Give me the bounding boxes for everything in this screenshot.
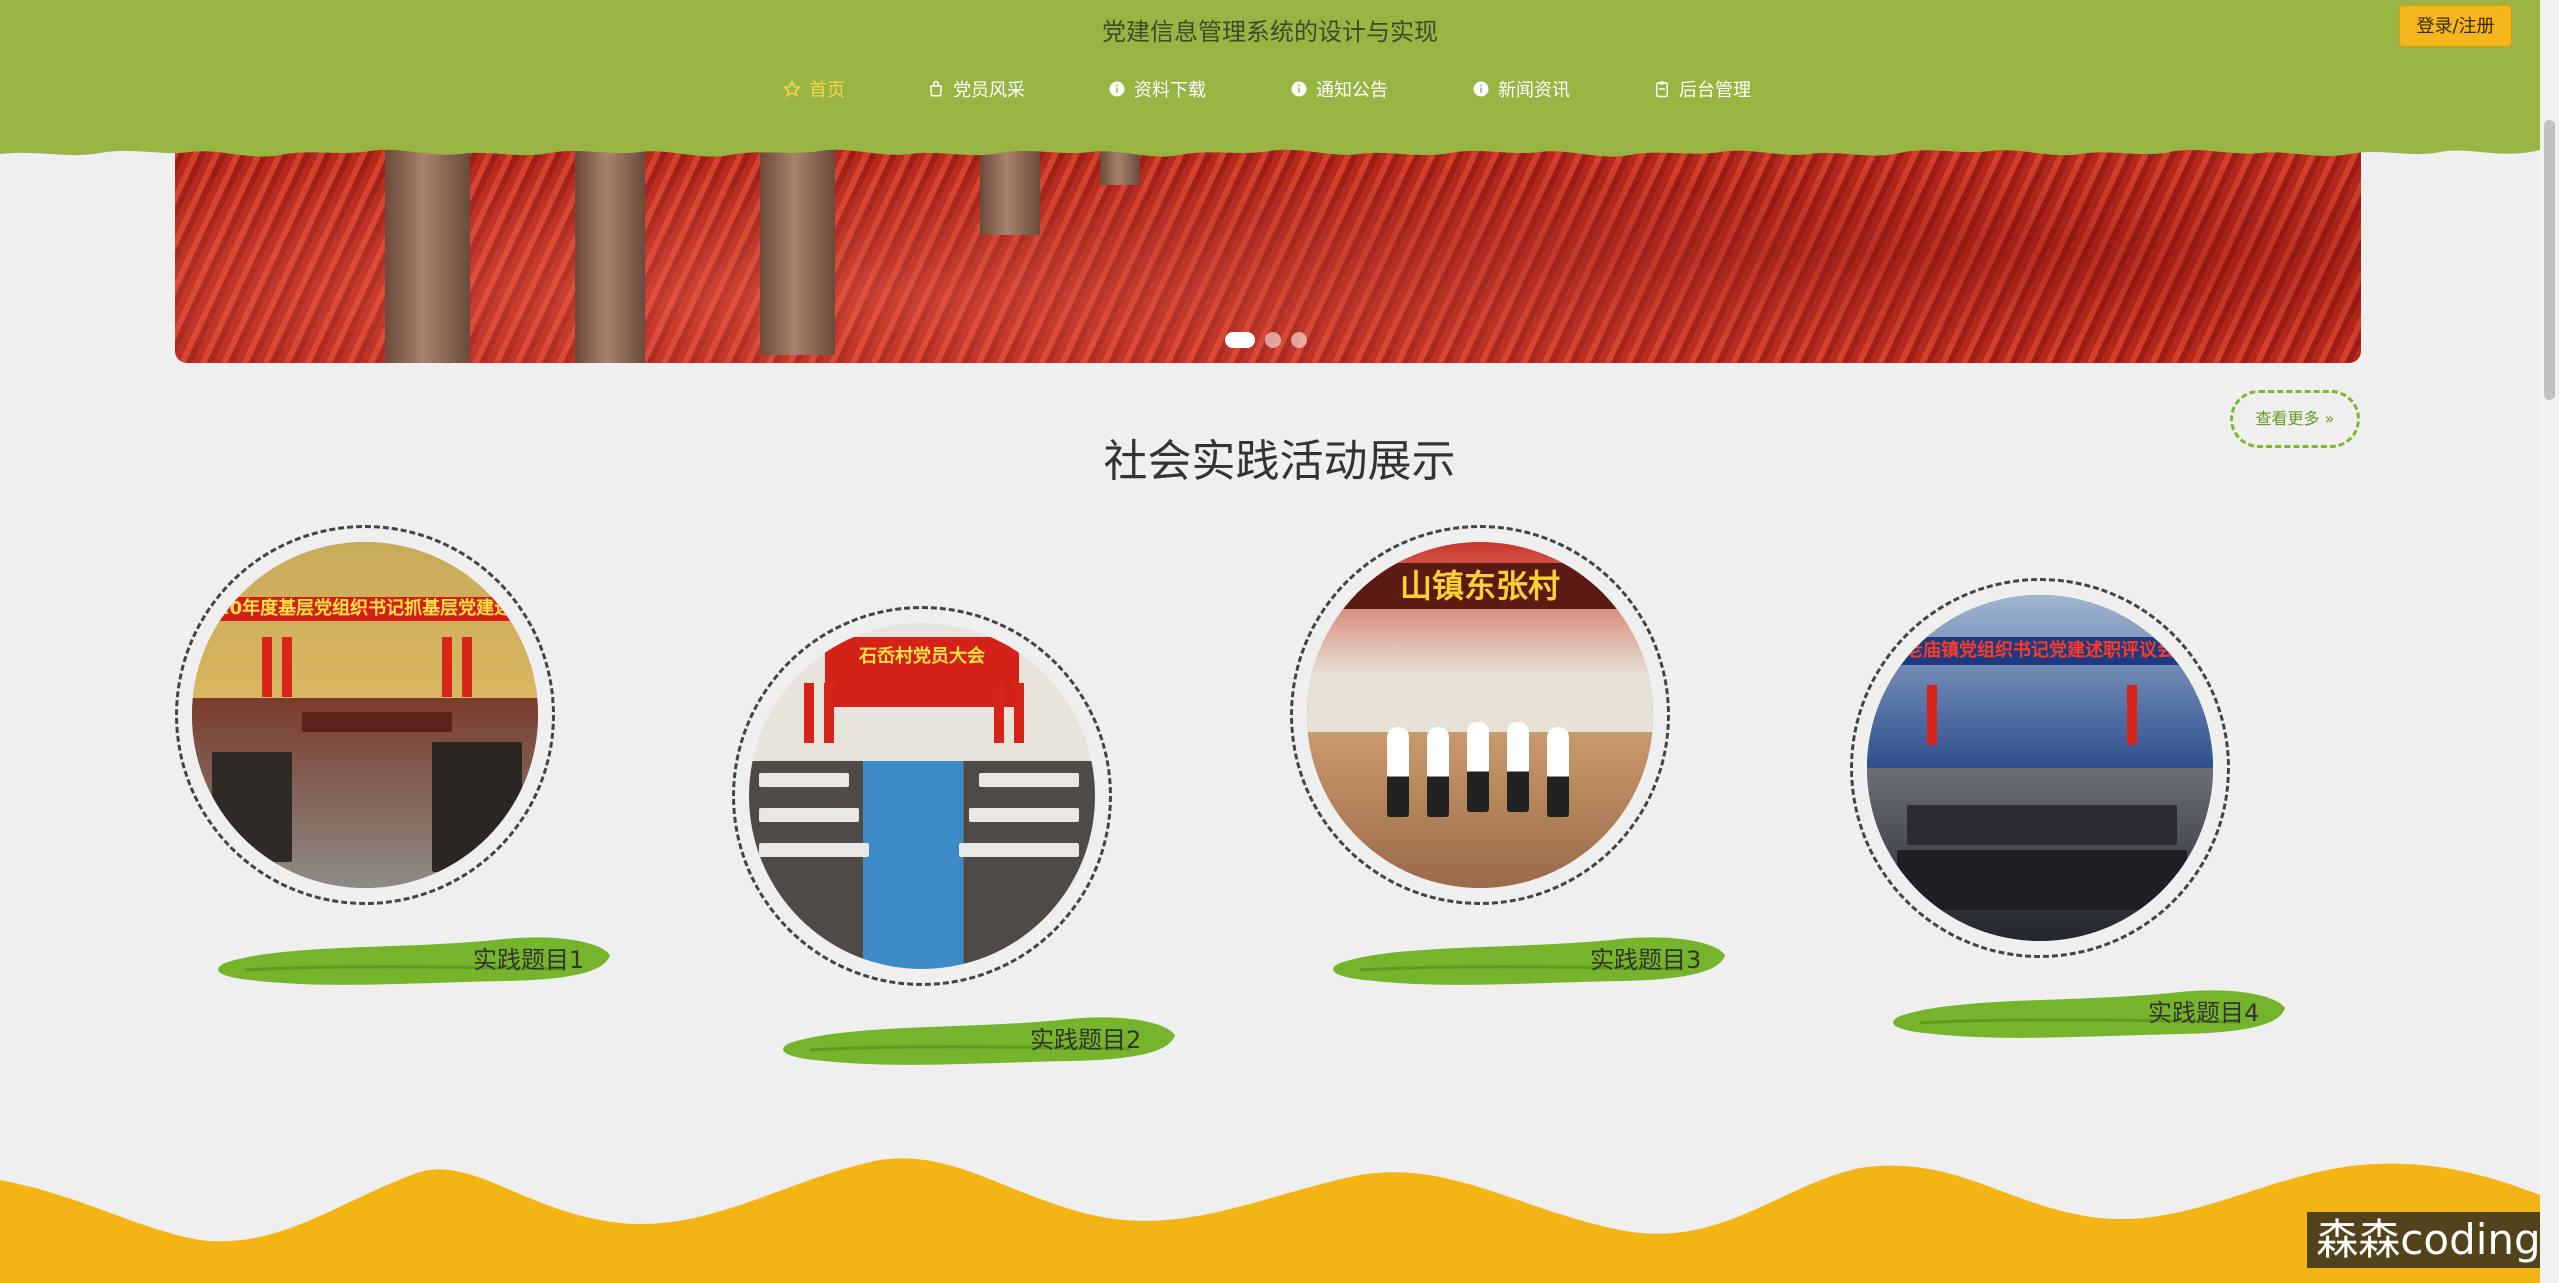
site-title: 党建信息管理系统的设计与实现 bbox=[1102, 18, 1438, 46]
photo-banner-text: 2020年度基层党组织书记抓基层党建述职评 bbox=[192, 597, 538, 622]
section-title: 社会实践活动展示 bbox=[1103, 436, 1456, 487]
activity-caption[interactable]: 实践题目1 bbox=[473, 940, 584, 975]
view-more-button[interactable]: 查看更多 » bbox=[2230, 390, 2360, 448]
nav-item-member-style[interactable]: 党员风采 bbox=[927, 74, 1025, 104]
carousel-dot[interactable] bbox=[1265, 332, 1281, 348]
watermark: 森森coding bbox=[2307, 1212, 2550, 1268]
nav-label: 党员风采 bbox=[953, 80, 1025, 101]
star-icon bbox=[783, 80, 801, 98]
nav-item-home[interactable]: 首页 bbox=[783, 74, 845, 104]
carousel-dot[interactable] bbox=[1225, 332, 1255, 348]
main-nav: 首页 党员风采 资料下载 通知公告 新闻资讯 后台管理 bbox=[0, 74, 2540, 104]
nav-item-downloads[interactable]: 资料下载 bbox=[1108, 74, 1206, 104]
activity-photo: 2020年度基层党组织书记抓基层党建述职评 bbox=[192, 542, 538, 888]
activity-photo: 老庙镇党组织书记党建述职评议会 bbox=[1867, 595, 2213, 941]
activity-photo: 山镇东张村 bbox=[1307, 542, 1653, 888]
nav-item-notices[interactable]: 通知公告 bbox=[1290, 74, 1388, 104]
nav-label: 后台管理 bbox=[1679, 80, 1751, 101]
info-icon bbox=[1473, 81, 1489, 97]
activity-photo: 石岙村党员大会 bbox=[749, 623, 1095, 969]
vertical-scrollbar[interactable] bbox=[2540, 0, 2559, 1283]
carousel-indicators bbox=[1225, 332, 1307, 348]
footer-wave-decoration bbox=[0, 1158, 2540, 1283]
activity-card-image[interactable]: 老庙镇党组织书记党建述职评议会 bbox=[1850, 578, 2230, 958]
clipboard-icon bbox=[1656, 81, 1668, 98]
activity-caption[interactable]: 实践题目2 bbox=[1030, 1020, 1141, 1055]
activity-card-image[interactable]: 2020年度基层党组织书记抓基层党建述职评 bbox=[175, 525, 555, 905]
photo-banner-text: 石岙村党员大会 bbox=[825, 636, 1019, 707]
photo-banner-text: 山镇东张村 bbox=[1307, 562, 1653, 609]
nav-item-admin[interactable]: 后台管理 bbox=[1653, 74, 1751, 104]
nav-label: 资料下载 bbox=[1134, 80, 1206, 101]
scrollbar-thumb[interactable] bbox=[2544, 120, 2555, 400]
nav-item-news[interactable]: 新闻资讯 bbox=[1472, 74, 1570, 104]
activity-card-image[interactable]: 山镇东张村 bbox=[1290, 525, 1670, 905]
activity-caption[interactable]: 实践题目3 bbox=[1590, 940, 1701, 975]
nav-label: 新闻资讯 bbox=[1498, 80, 1570, 101]
carousel-dot[interactable] bbox=[1291, 332, 1307, 348]
bag-icon bbox=[929, 80, 943, 97]
site-header: 党建信息管理系统的设计与实现 登录/注册 首页 党员风采 资料下载 通知公告 新… bbox=[0, 0, 2540, 165]
activity-caption[interactable]: 实践题目4 bbox=[2148, 993, 2259, 1028]
info-icon bbox=[1109, 81, 1125, 97]
activity-card-image[interactable]: 石岙村党员大会 bbox=[732, 606, 1112, 986]
info-icon bbox=[1291, 81, 1307, 97]
nav-label: 通知公告 bbox=[1316, 80, 1388, 101]
nav-label: 首页 bbox=[809, 80, 845, 101]
photo-banner-text: 老庙镇党组织书记党建述职评议会 bbox=[1867, 636, 2213, 665]
login-register-button[interactable]: 登录/注册 bbox=[2399, 5, 2512, 47]
